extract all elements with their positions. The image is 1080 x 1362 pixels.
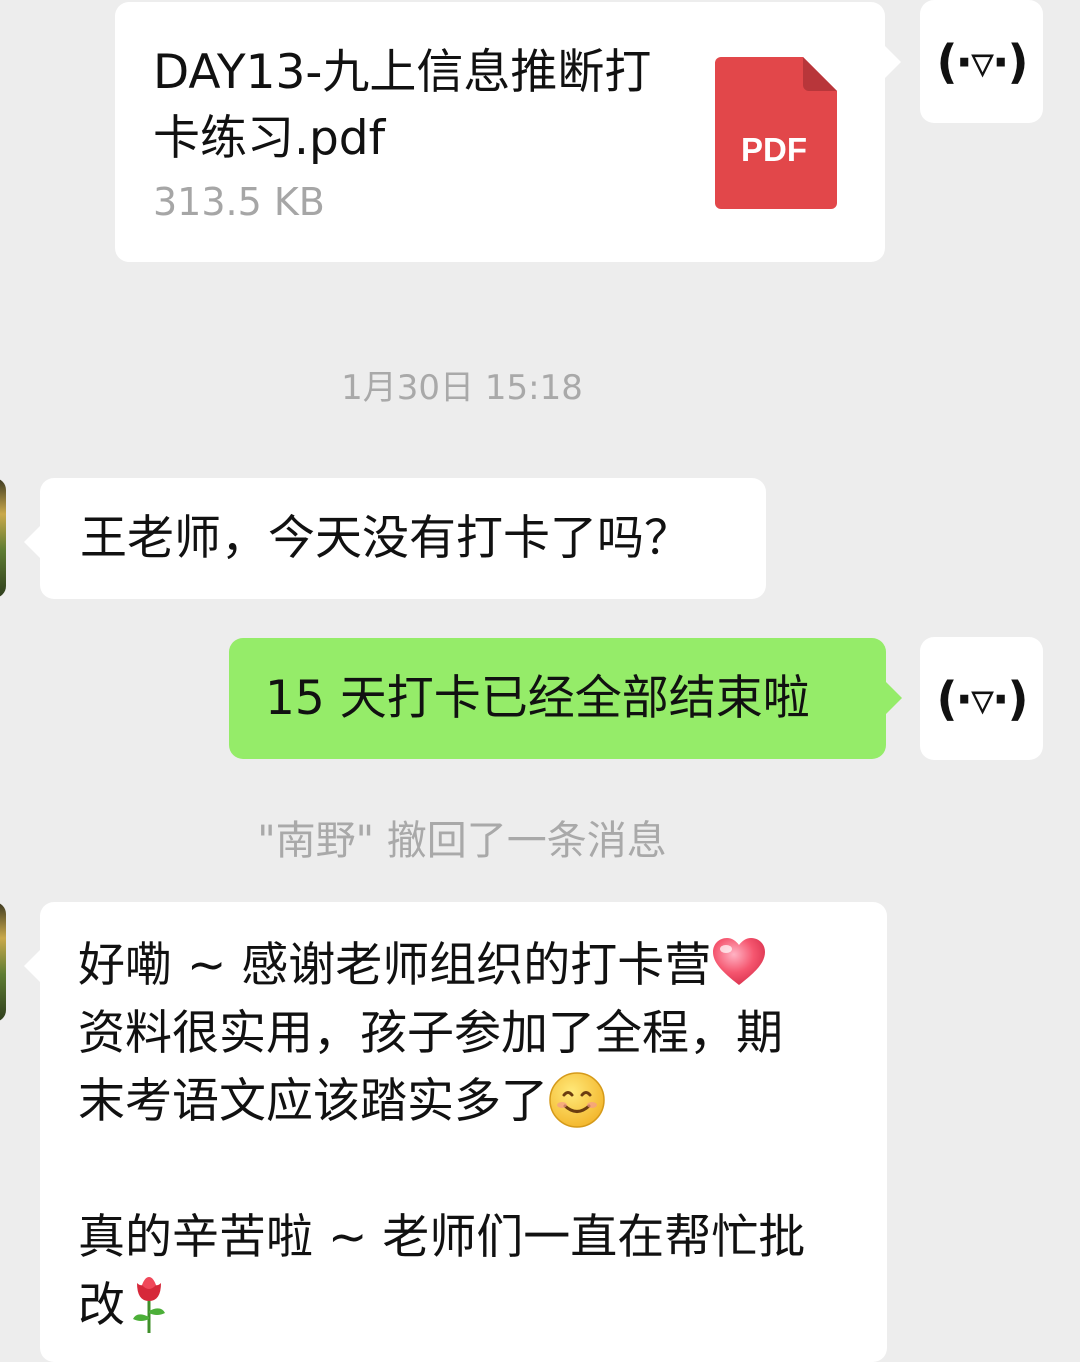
my-avatar[interactable]: (·▿·): [920, 0, 1043, 123]
file-name: DAY13-九上信息推断打卡练习.pdf: [153, 45, 652, 166]
other-user-avatar[interactable]: [0, 902, 6, 1022]
smile-emoji: [549, 1072, 605, 1128]
other-message-bubble[interactable]: 王老师，今天没有打卡了吗？: [24, 478, 766, 599]
other-message-bubble[interactable]: 好嘞 ~ 感谢老师组织的打卡营 资料很实用，孩子参加了全程，期 末考语文应该踏实…: [24, 902, 887, 1362]
my-message-bubble[interactable]: 15 天打卡已经全部结束啦: [229, 638, 902, 759]
message-text: 15 天打卡已经全部结束啦: [265, 671, 810, 726]
message-line: 改: [78, 1272, 868, 1340]
file-message-bubble[interactable]: DAY13-九上信息推断打卡练习.pdf 313.5 KB PDF: [115, 2, 901, 262]
message-line: 真的辛苦啦 ~ 老师们一直在帮忙批: [78, 1210, 806, 1265]
recall-notice: "南野" 撤回了一条消息: [257, 818, 667, 864]
rose-emoji: [133, 1277, 165, 1333]
my-avatar[interactable]: (·▿·): [920, 637, 1043, 760]
message-line: 末考语文应该踏实多了: [78, 1068, 868, 1136]
message-line-text: 末考语文应该踏实多了: [78, 1074, 548, 1129]
message-text: 王老师，今天没有打卡了吗？: [80, 511, 691, 566]
heart-emoji: [713, 938, 766, 985]
pdf-label: PDF: [741, 131, 807, 168]
message-line: 资料很实用，孩子参加了全程，期: [78, 1006, 783, 1061]
message-line: 好嘞 ~ 感谢老师组织的打卡营: [78, 932, 868, 1000]
chat-timestamp: 1月30日 15:18: [341, 368, 583, 408]
other-user-avatar[interactable]: [0, 478, 6, 598]
pdf-file-icon: PDF: [715, 57, 837, 209]
long-message-text: 好嘞 ~ 感谢老师组织的打卡营 资料很实用，孩子参加了全程，期 末考语文应该踏实…: [78, 932, 868, 1340]
message-line-text: 改: [78, 1278, 125, 1333]
message-line-text: 好嘞 ~ 感谢老师组织的打卡营: [78, 938, 712, 993]
file-size: 313.5 KB: [153, 180, 325, 224]
my-avatar-face: (·▿·): [936, 671, 1028, 726]
my-avatar-face: (·▿·): [936, 34, 1028, 89]
